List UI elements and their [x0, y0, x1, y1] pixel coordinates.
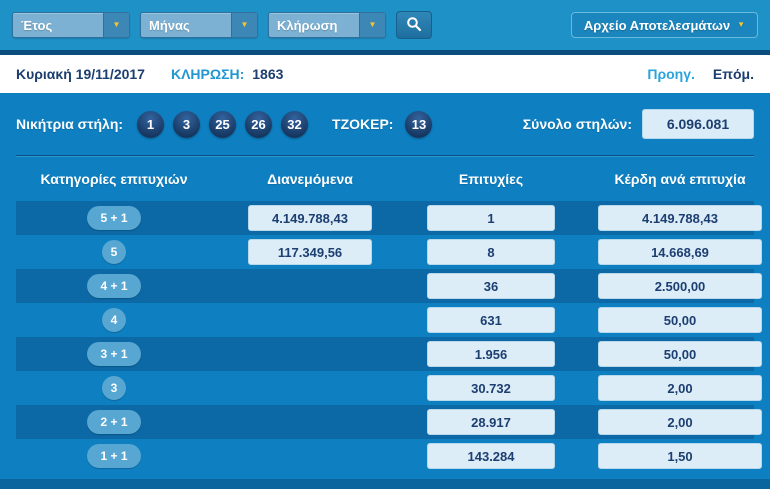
- total-columns-label: Σύνολο στηλών:: [522, 116, 632, 132]
- joker-label: ΤΖΟΚΕΡ:: [332, 116, 394, 132]
- table-header-row: Κατηγορίες επιτυχιών Διανεμόμενα Επιτυχί…: [0, 157, 770, 201]
- month-dropdown-button[interactable]: ▼: [231, 13, 257, 37]
- winning-number-ball: 32: [281, 110, 309, 138]
- draw-dropdown[interactable]: Κλήρωση ▼: [268, 12, 386, 38]
- draw-dropdown-label: Κλήρωση: [277, 17, 338, 33]
- archive-results-label: Αρχείο Αποτελεσμάτων: [583, 17, 731, 33]
- payout-per-winner: 1,50: [598, 443, 762, 469]
- category-pill: 4: [102, 308, 126, 332]
- toolbar: Έτος ▼ Μήνας ▼ Κλήρωση ▼ Αρχείο Αποτελεσ…: [0, 0, 770, 50]
- table-row: 4 + 1 36 2.500,00: [0, 269, 770, 303]
- winners-count: 1.956: [427, 341, 555, 367]
- category-pill: 1 + 1: [87, 444, 141, 468]
- category-pill: 4 + 1: [87, 274, 141, 298]
- winners-count: 8: [427, 239, 555, 265]
- chevron-down-icon: ▼: [240, 20, 249, 29]
- category-pill: 2 + 1: [87, 410, 141, 434]
- payout-per-winner: 50,00: [598, 341, 762, 367]
- tzoker-results-screen: Έτος ▼ Μήνας ▼ Κλήρωση ▼ Αρχείο Αποτελεσ…: [0, 0, 770, 489]
- draw-date: Κυριακή 19/11/2017: [16, 66, 145, 82]
- table-row: 4 631 50,00: [0, 303, 770, 337]
- payout-per-winner: 4.149.788,43: [598, 205, 762, 231]
- winners-count: 30.732: [427, 375, 555, 401]
- winners-count: 36: [427, 273, 555, 299]
- column-header-winners: Επιτυχίες: [458, 171, 524, 187]
- winning-number-ball: 3: [173, 110, 201, 138]
- winning-number-ball: 26: [245, 110, 273, 138]
- winning-column-label: Νικήτρια στήλη:: [16, 116, 124, 132]
- search-icon: [406, 16, 422, 35]
- year-dropdown-button[interactable]: ▼: [103, 13, 129, 37]
- winning-number-ball: 1: [137, 110, 165, 138]
- table-row: 2 + 1 28.917 2,00: [0, 405, 770, 439]
- table-row: 5 117.349,56 8 14.668,69: [0, 235, 770, 269]
- distributed-amount: 4.149.788,43: [248, 205, 372, 231]
- draw-navigation: Προηγ. Επόμ.: [647, 66, 754, 82]
- table-row: 3 + 1 1.956 50,00: [0, 337, 770, 371]
- payout-per-winner: 2.500,00: [598, 273, 762, 299]
- chevron-down-icon: ▼: [737, 20, 745, 29]
- table-row: 1 + 1 143.284 1,50: [0, 439, 770, 473]
- winners-count: 631: [427, 307, 555, 333]
- draw-info-bar: Κυριακή 19/11/2017 ΚΛΗΡΩΣΗ: 1863 Προηγ. …: [0, 55, 770, 93]
- category-pill: 3: [102, 376, 126, 400]
- winning-number-balls: 1 3 25 26 32: [137, 110, 309, 138]
- column-header-categories: Κατηγορίες επιτυχιών: [40, 171, 188, 187]
- winners-count: 28.917: [427, 409, 555, 435]
- month-dropdown-label: Μήνας: [149, 17, 190, 33]
- chevron-down-icon: ▼: [112, 20, 121, 29]
- payout-per-winner: 14.668,69: [598, 239, 762, 265]
- total-columns-value: 6.096.081: [642, 109, 754, 139]
- category-pill: 3 + 1: [87, 342, 141, 366]
- winners-count: 143.284: [427, 443, 555, 469]
- category-pill: 5 + 1: [87, 206, 141, 230]
- table-row: 5 + 1 4.149.788,43 1 4.149.788,43: [0, 201, 770, 235]
- payout-per-winner: 2,00: [598, 375, 762, 401]
- draw-number-label: ΚΛΗΡΩΣΗ:: [170, 66, 245, 82]
- payout-per-winner: 2,00: [598, 409, 762, 435]
- joker-ball: 13: [405, 110, 433, 138]
- category-pill: 5: [102, 240, 126, 264]
- results-panel: Νικήτρια στήλη: 1 3 25 26 32 ΤΖΟΚΕΡ: 13 Σύνο…: [0, 93, 770, 479]
- chevron-down-icon: ▼: [368, 20, 377, 29]
- column-header-payout: Κέρδη ανά επιτυχία: [614, 171, 746, 187]
- year-dropdown[interactable]: Έτος ▼: [12, 12, 130, 38]
- winners-count: 1: [427, 205, 555, 231]
- distributed-amount: 117.349,56: [248, 239, 372, 265]
- year-dropdown-label: Έτος: [21, 17, 53, 33]
- draw-number-value: 1863: [252, 66, 284, 82]
- table-row: 3 30.732 2,00: [0, 371, 770, 405]
- next-draw-link[interactable]: Επόμ.: [713, 66, 754, 82]
- winning-number-ball: 25: [209, 110, 237, 138]
- draw-dropdown-button[interactable]: ▼: [359, 13, 385, 37]
- search-button[interactable]: [396, 11, 432, 39]
- footer-strip: [0, 479, 770, 489]
- archive-results-button[interactable]: Αρχείο Αποτελεσμάτων ▼: [570, 12, 758, 38]
- winning-numbers-row: Νικήτρια στήλη: 1 3 25 26 32 ΤΖΟΚΕΡ: 13 Σύνο…: [0, 93, 770, 155]
- column-header-distributed: Διανεμόμενα: [267, 171, 353, 187]
- month-dropdown[interactable]: Μήνας ▼: [140, 12, 258, 38]
- table-body: 5 + 1 4.149.788,43 1 4.149.788,43 5 117.349,5…: [0, 201, 770, 479]
- previous-draw-link[interactable]: Προηγ.: [647, 66, 695, 82]
- payout-per-winner: 50,00: [598, 307, 762, 333]
